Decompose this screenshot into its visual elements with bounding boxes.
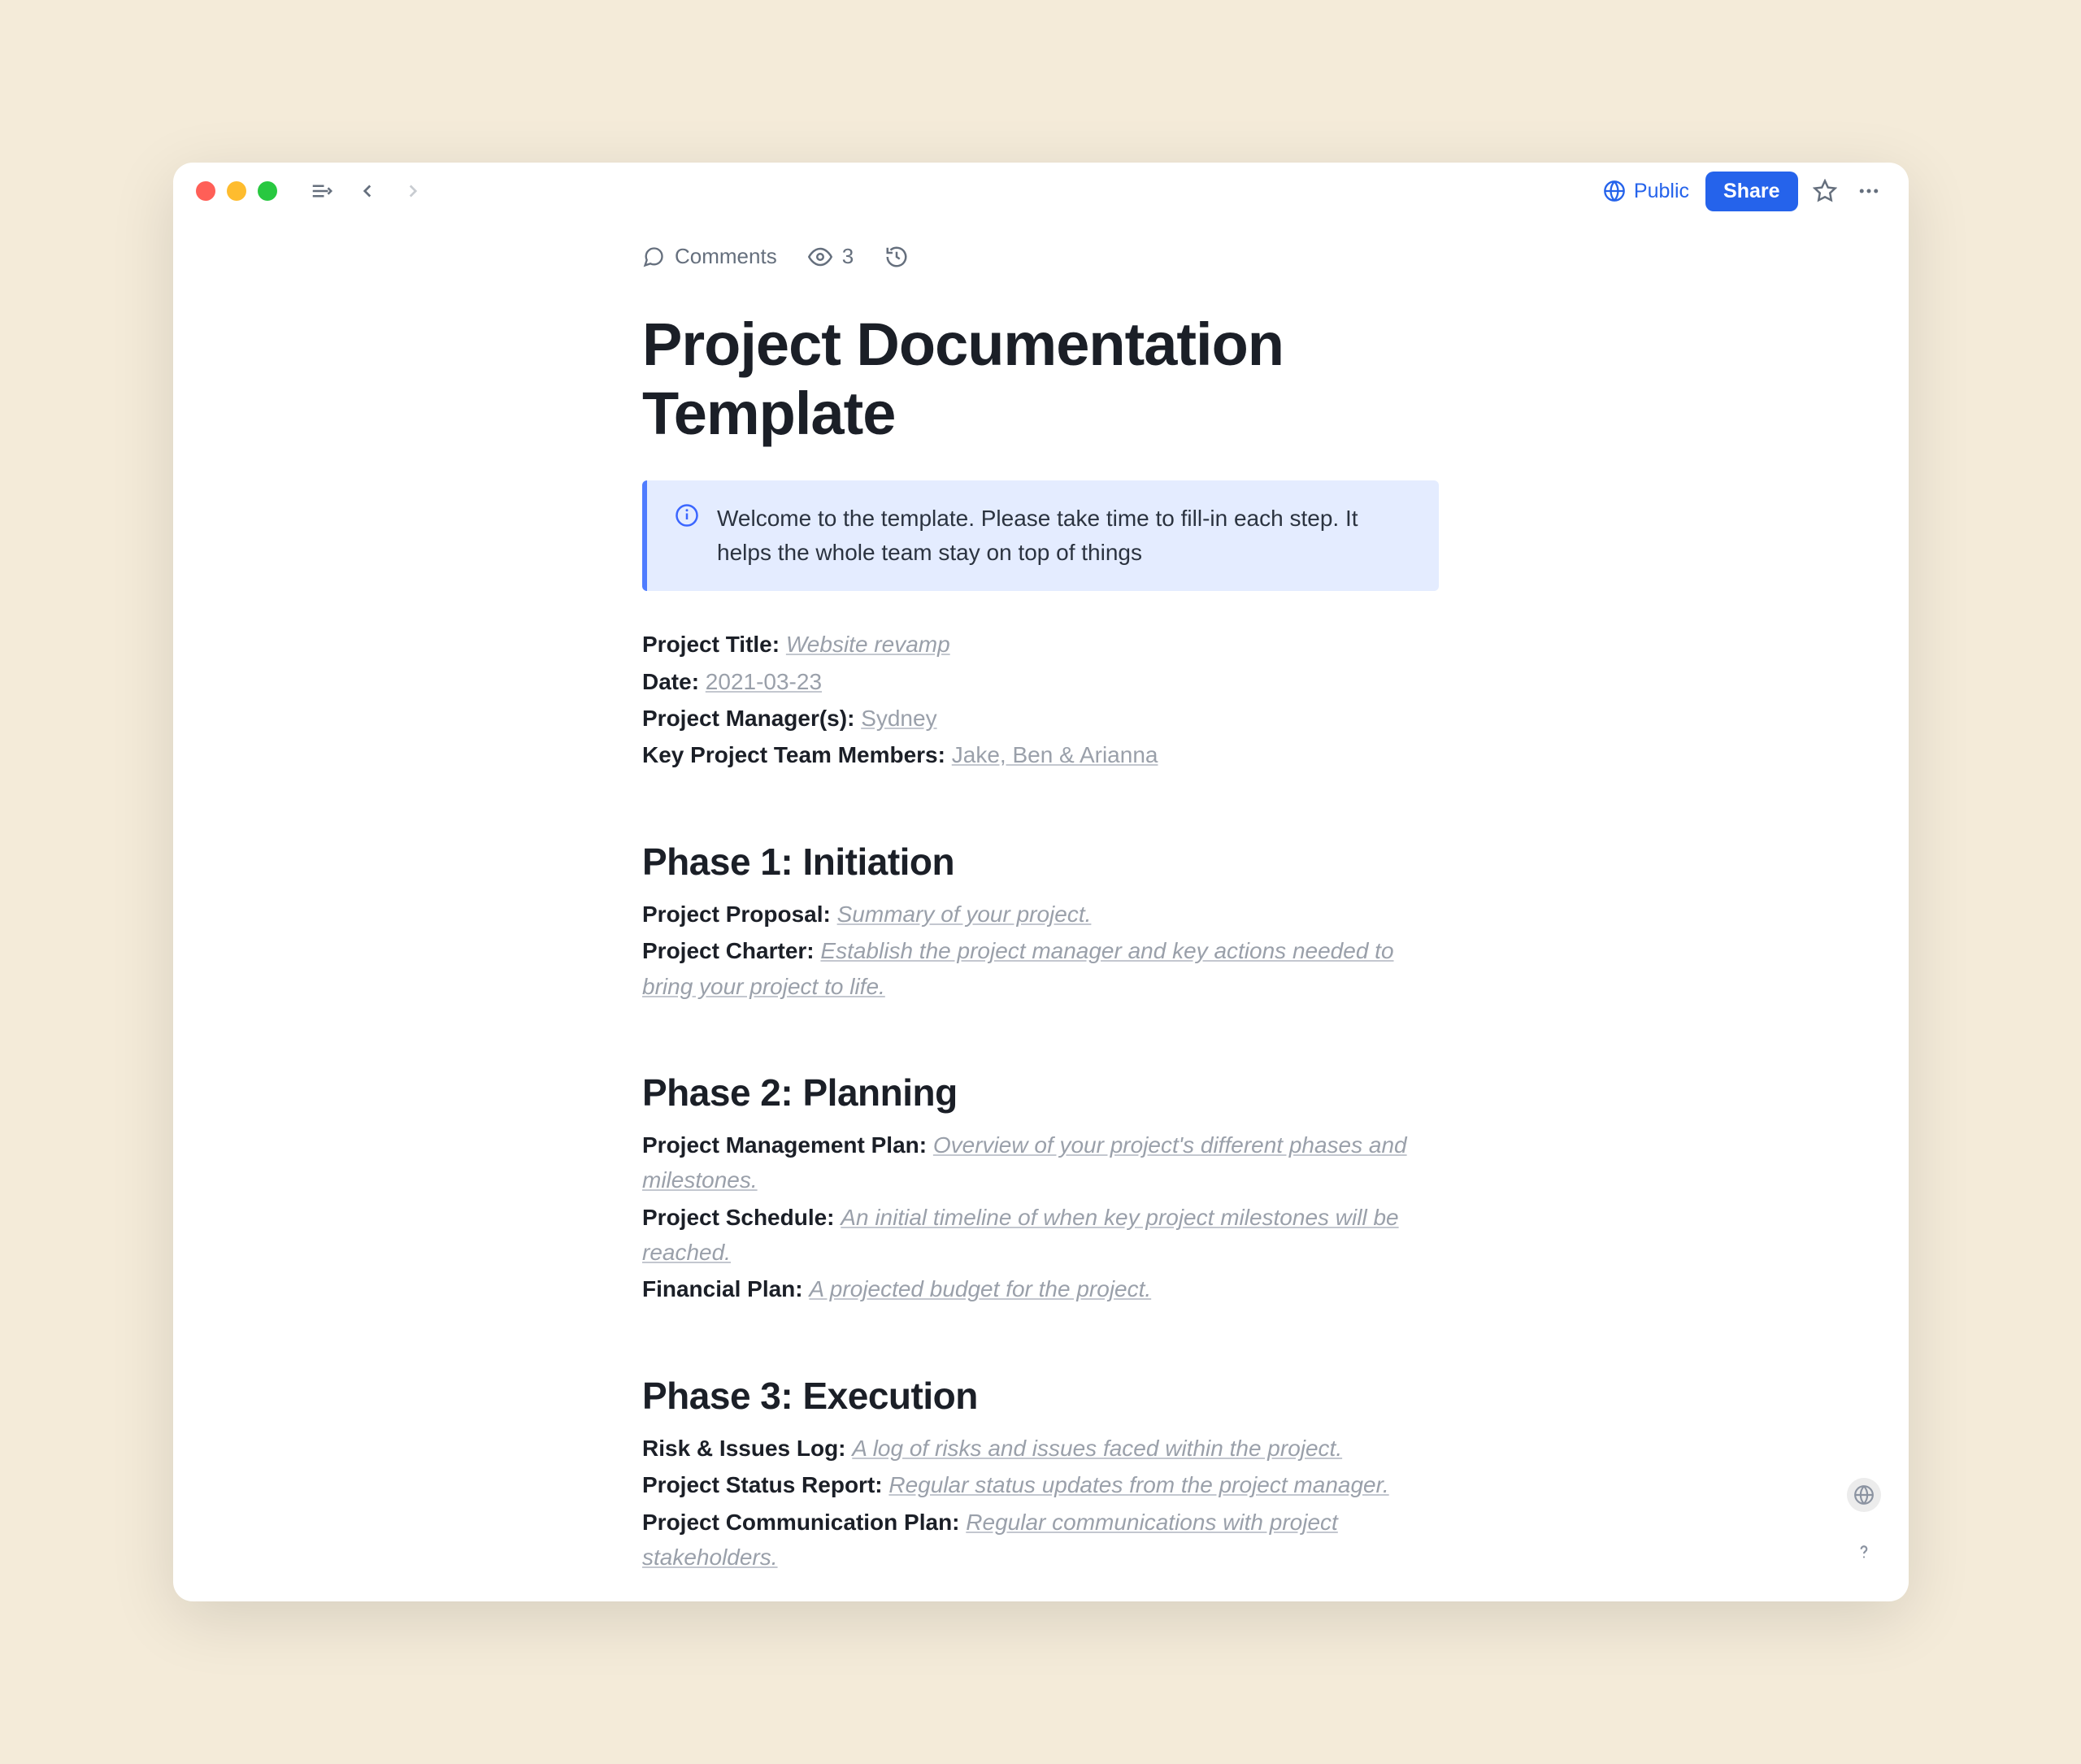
history-button[interactable] — [884, 245, 909, 269]
section-phase-3: Phase 3: Execution Risk & Issues Log: A … — [642, 1374, 1439, 1575]
doc-metabar: Comments 3 — [642, 244, 1439, 269]
field-communication[interactable]: Project Communication Plan: Regular comm… — [642, 1505, 1439, 1575]
field-value: Summary of your project. — [837, 902, 1092, 927]
floating-globe-button[interactable] — [1847, 1478, 1881, 1512]
star-icon — [1813, 179, 1837, 203]
field-pm-plan[interactable]: Project Management Plan: Overview of you… — [642, 1127, 1439, 1198]
info-icon — [675, 503, 699, 570]
comment-icon — [642, 245, 665, 268]
section-heading[interactable]: Phase 2: Planning — [642, 1071, 1439, 1114]
minimize-window-button[interactable] — [227, 181, 246, 201]
field-project-title[interactable]: Project Title: Website revamp — [642, 627, 1439, 662]
field-charter[interactable]: Project Charter: Establish the project m… — [642, 933, 1439, 1004]
share-button[interactable]: Share — [1705, 172, 1797, 211]
chevron-right-icon — [402, 180, 424, 202]
maximize-window-button[interactable] — [258, 181, 277, 201]
section-heading[interactable]: Phase 3: Execution — [642, 1374, 1439, 1418]
field-label: Project Status Report: — [642, 1472, 883, 1497]
help-button[interactable] — [1847, 1535, 1881, 1569]
field-label: Project Manager(s): — [642, 706, 854, 731]
section-phase-2: Phase 2: Planning Project Management Pla… — [642, 1071, 1439, 1307]
globe-icon — [1603, 180, 1626, 202]
field-status[interactable]: Project Status Report: Regular status up… — [642, 1467, 1439, 1502]
close-window-button[interactable] — [196, 181, 215, 201]
question-icon — [1853, 1541, 1875, 1562]
meta-fields: Project Title: Website revamp Date: 2021… — [642, 627, 1439, 773]
more-button[interactable] — [1852, 174, 1886, 208]
titlebar-right: Public Share — [1597, 172, 1886, 211]
field-members[interactable]: Key Project Team Members: Jake, Ben & Ar… — [642, 737, 1439, 772]
callout-text: Welcome to the template. Please take tim… — [717, 502, 1411, 570]
field-label: Project Communication Plan: — [642, 1510, 960, 1535]
views-indicator[interactable]: 3 — [808, 244, 854, 269]
globe-icon — [1853, 1484, 1875, 1505]
field-value: Sydney — [861, 706, 936, 731]
field-schedule[interactable]: Project Schedule: An initial timeline of… — [642, 1200, 1439, 1271]
titlebar: Public Share — [173, 163, 1909, 219]
clock-refresh-icon — [884, 245, 909, 269]
page-title[interactable]: Project Documentation Template — [642, 310, 1439, 448]
sidebar-toggle-button[interactable] — [305, 174, 339, 208]
field-label: Date: — [642, 669, 699, 694]
field-label: Project Title: — [642, 632, 780, 657]
field-managers[interactable]: Project Manager(s): Sydney — [642, 701, 1439, 736]
field-label: Project Management Plan: — [642, 1132, 927, 1158]
field-label: Project Schedule: — [642, 1205, 835, 1230]
field-value: Jake, Ben & Arianna — [952, 742, 1158, 767]
nav-back-button[interactable] — [350, 174, 384, 208]
eye-icon — [808, 245, 832, 269]
field-financial[interactable]: Financial Plan: A projected budget for t… — [642, 1271, 1439, 1306]
section-heading[interactable]: Phase 1: Initiation — [642, 840, 1439, 884]
field-label: Financial Plan: — [642, 1276, 803, 1301]
field-label: Key Project Team Members: — [642, 742, 945, 767]
info-callout[interactable]: Welcome to the template. Please take tim… — [642, 480, 1439, 591]
field-proposal[interactable]: Project Proposal: Summary of your projec… — [642, 897, 1439, 932]
nav-forward-button[interactable] — [396, 174, 430, 208]
field-label: Project Proposal: — [642, 902, 831, 927]
field-value: Website revamp — [786, 632, 950, 657]
favorite-button[interactable] — [1808, 174, 1842, 208]
more-horizontal-icon — [1857, 179, 1881, 203]
field-value: Regular status updates from the project … — [888, 1472, 1388, 1497]
field-label: Risk & Issues Log: — [642, 1436, 846, 1461]
comments-label: Comments — [675, 244, 777, 269]
field-value: 2021-03-23 — [706, 669, 822, 694]
field-date[interactable]: Date: 2021-03-23 — [642, 664, 1439, 699]
public-button[interactable]: Public — [1597, 176, 1696, 206]
app-window: Public Share Comments 3 — [173, 163, 1909, 1601]
document-content: Comments 3 Project Documentation Templat… — [173, 219, 1909, 1601]
field-risks[interactable]: Risk & Issues Log: A log of risks and is… — [642, 1431, 1439, 1466]
view-count: 3 — [842, 244, 854, 269]
titlebar-left — [196, 174, 430, 208]
section-phase-1: Phase 1: Initiation Project Proposal: Su… — [642, 840, 1439, 1004]
field-label: Project Charter: — [642, 938, 815, 963]
field-value: A log of risks and issues faced within t… — [852, 1436, 1342, 1461]
comments-button[interactable]: Comments — [642, 244, 777, 269]
traffic-lights — [196, 181, 277, 201]
document-page: Comments 3 Project Documentation Templat… — [642, 244, 1439, 1601]
public-label: Public — [1634, 180, 1689, 203]
field-value: A projected budget for the project. — [809, 1276, 1151, 1301]
sidebar-toggle-icon — [310, 179, 334, 203]
chevron-left-icon — [357, 180, 378, 202]
share-label: Share — [1723, 180, 1779, 202]
